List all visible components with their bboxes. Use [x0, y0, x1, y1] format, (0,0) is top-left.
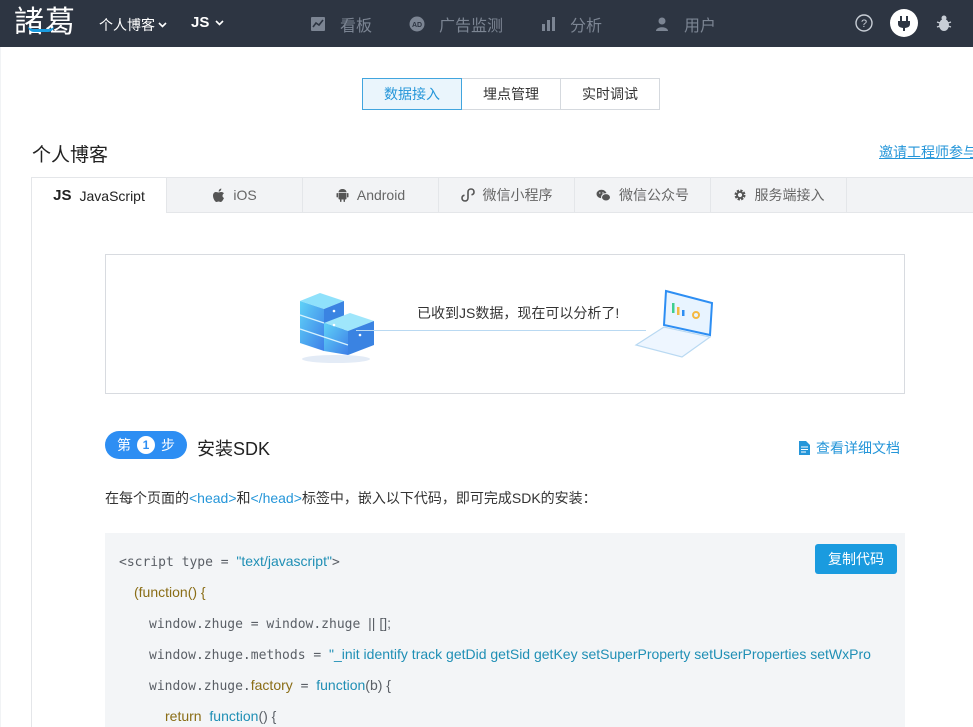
code-line-3: window.zhuge = window.zhuge || [];: [149, 615, 391, 632]
line-chart-icon: [311, 17, 325, 31]
code-token: function: [209, 708, 259, 724]
code-token: function: [316, 677, 366, 693]
logo-accent: [28, 26, 54, 32]
code-token: (b) {: [365, 677, 391, 693]
code-token: window.zhuge = window.zhuge: [149, 617, 369, 632]
code-token: || [];: [368, 615, 391, 631]
code-token: <script type =: [119, 555, 237, 570]
tab-label: iOS: [233, 187, 257, 203]
step-badge: 第 1 步: [105, 431, 187, 459]
status-message: 已收到JS数据，现在可以分析了!: [417, 305, 620, 321]
svg-text:AD: AD: [412, 22, 422, 29]
user-icon: [656, 17, 668, 31]
laptop-illustration: [634, 289, 714, 358]
head-open-tag: <head>: [189, 490, 237, 506]
ad-icon: AD: [409, 16, 425, 32]
code-token: "text/javascript": [236, 553, 332, 569]
head-close-tag: </head>: [250, 490, 302, 506]
tab-label: 微信公众号: [619, 187, 689, 203]
tab-tracking-management[interactable]: 埋点管理: [461, 78, 561, 110]
platform-tabs: JS JavaScript iOS Android 微信小程序 微信公众号 服务…: [31, 177, 973, 214]
code-line-1: <script type = "text/javascript">: [119, 553, 340, 570]
js-icon: JS: [53, 187, 72, 204]
page-title: 个人博客: [32, 145, 109, 166]
nav-label-ad-monitor: 广告监测: [439, 18, 504, 35]
nav-label-dashboard: 看板: [340, 18, 373, 35]
instruction-after: 标签中，嵌入以下代码，即可完成SDK的安装：: [301, 490, 597, 506]
code-snippet[interactable]: 复制代码 <script type = "text/javascript"> (…: [105, 533, 905, 727]
project-selector-label: 个人博客: [99, 17, 155, 33]
invite-engineer-link[interactable]: 邀请工程师参与: [879, 142, 973, 162]
code-token: window.zhuge.: [149, 679, 251, 694]
instruction-and: 和: [236, 490, 251, 506]
wechat-icon: [596, 189, 611, 202]
tab-label: Android: [356, 187, 406, 203]
platform-selector[interactable]: JS: [191, 14, 224, 31]
nav-label-analysis: 分析: [570, 18, 603, 35]
code-token: (function() {: [134, 584, 206, 600]
nav-item-users[interactable]: 用户: [654, 12, 716, 36]
gear-icon: [733, 189, 746, 201]
tab-label: 服务端接入: [754, 187, 825, 203]
tab-javascript[interactable]: JS JavaScript: [31, 177, 167, 214]
tab-ios[interactable]: iOS: [167, 177, 303, 213]
nav-item-dashboard[interactable]: 看板: [310, 12, 372, 36]
server-illustration: [299, 293, 374, 363]
step-prefix: 第: [117, 437, 131, 453]
platform-selector-label: JS: [191, 14, 210, 31]
view-docs-label: 查看详细文档: [816, 440, 900, 456]
code-line-2: (function() {: [134, 584, 206, 601]
data-received-card: 已收到JS数据，现在可以分析了!: [105, 254, 905, 394]
code-token: return: [165, 708, 202, 724]
copy-code-button[interactable]: 复制代码: [815, 544, 897, 574]
project-selector[interactable]: 个人博客: [99, 15, 167, 35]
tab-label: 微信小程序: [482, 187, 553, 203]
connection-line: [356, 330, 646, 331]
plug-button[interactable]: [890, 9, 918, 37]
mini-program-icon: [460, 188, 475, 202]
tab-server-side[interactable]: 服务端接入: [711, 177, 847, 213]
tab-wechat-mini-program[interactable]: 微信小程序: [439, 177, 575, 213]
tab-realtime-debug[interactable]: 实时调试: [560, 78, 660, 110]
view-docs-link[interactable]: 查看详细文档: [799, 438, 900, 458]
chevron-down-icon: [158, 22, 167, 28]
nav-label-users: 用户: [684, 18, 717, 35]
mode-segmented-control: 数据接入 埋点管理 实时调试: [362, 78, 660, 110]
tab-data-ingest[interactable]: 数据接入: [362, 78, 462, 110]
apple-icon: [213, 188, 225, 202]
step-suffix: 步: [161, 437, 175, 453]
help-icon[interactable]: ?: [854, 13, 874, 33]
main-panel: 数据接入 埋点管理 实时调试 个人博客 邀请工程师参与 JS JavaScrip…: [1, 47, 973, 727]
sdk-content: 已收到JS数据，现在可以分析了! 第 1 步 安装SDK 查看详细文档 在每个页…: [31, 213, 973, 727]
code-token: () {: [258, 708, 277, 724]
tab-wechat-official-account[interactable]: 微信公众号: [575, 177, 711, 213]
nav-item-ad-monitor[interactable]: AD 广告监测: [409, 12, 503, 36]
tab-label: JavaScript: [79, 187, 145, 204]
top-nav-bar: 諸葛 个人博客 JS 看板 AD 广告监测 分析 用户 ?: [0, 0, 973, 47]
code-token: >: [331, 555, 340, 570]
app-logo[interactable]: 諸葛: [14, 4, 76, 42]
install-instruction: 在每个页面的<head>和</head>标签中，嵌入以下代码，即可完成SDK的安…: [105, 488, 597, 508]
code-token: "_init identify track getDid getSid getK…: [329, 646, 871, 662]
bug-icon[interactable]: [934, 13, 954, 33]
step-number: 1: [137, 436, 155, 454]
bar-chart-icon: [542, 17, 555, 31]
code-line-6: return function() {: [165, 708, 276, 725]
nav-item-analysis[interactable]: 分析: [540, 12, 602, 36]
plug-icon: [898, 16, 910, 31]
step-title: 安装SDK: [197, 439, 271, 459]
code-token: =: [292, 679, 317, 694]
chevron-down-icon: [215, 19, 224, 26]
instruction-before: 在每个页面的: [105, 490, 189, 506]
code-line-4: window.zhuge.methods = "_init identify t…: [149, 646, 871, 663]
code-token: factory: [250, 677, 293, 693]
code-token: window.zhuge.methods =: [149, 648, 330, 663]
svg-text:?: ?: [861, 18, 867, 30]
android-icon: [336, 189, 349, 202]
code-line-5: window.zhuge.factory = function(b) {: [149, 677, 391, 694]
document-icon: [799, 441, 810, 455]
tab-android[interactable]: Android: [303, 177, 439, 213]
